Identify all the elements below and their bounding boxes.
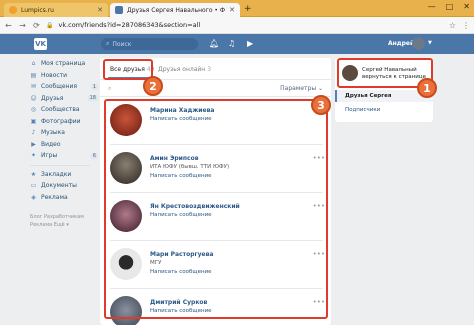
sidebar-item-label: Моя страница — [41, 60, 86, 68]
back-arrow-icon[interactable]: ← — [4, 21, 13, 30]
minimize-button[interactable]: — — [428, 2, 436, 11]
address-bar-row: ← → ⟳ 🔒 vk.com/friends?id=287086343&sect… — [0, 17, 474, 34]
highlight-box-2 — [103, 59, 153, 80]
search-icon: ⌕ — [108, 84, 112, 92]
sidebar-item-label: Документы — [41, 182, 77, 190]
sidebar-item-news[interactable]: ▤ Новости — [30, 70, 100, 82]
tab-close-icon[interactable]: ✕ — [229, 6, 235, 14]
document-icon: ▭ — [30, 182, 37, 190]
url-field[interactable]: vk.com/friends?id=287086343&section=all — [58, 21, 443, 29]
vk-logo-icon[interactable]: VK — [34, 38, 47, 50]
sidebar-item-label: Сообщения — [41, 83, 78, 91]
tab-count: 3 — [207, 66, 212, 73]
step-number-2: 2 — [143, 76, 163, 96]
friends-badge: 18 — [87, 95, 98, 102]
sidebar-item-documents[interactable]: ▭ Документы — [30, 180, 100, 192]
chevron-down-icon[interactable]: ▼ — [428, 40, 432, 46]
maximize-button[interactable]: □ — [446, 2, 454, 11]
play-icon[interactable]: ▶ — [247, 39, 253, 48]
video-icon: ▶ — [31, 140, 36, 148]
games-badge: 6 — [90, 152, 98, 159]
sidebar-item-my-page[interactable]: ⌂ Моя страница — [30, 58, 100, 70]
bell-icon[interactable]: 🔔︎ — [209, 39, 219, 48]
vk-header: VK ⌕ Поиск 🔔︎ ♫ ▶ Андрей ▼ — [0, 34, 474, 54]
step-number-1: 1 — [417, 78, 437, 98]
menu-divider — [30, 164, 90, 166]
forward-arrow-icon[interactable]: → — [18, 21, 27, 30]
sidebar-item-label: Новости — [41, 71, 68, 79]
sidebar-item-label: Музыка — [41, 129, 65, 137]
lumpics-favicon-icon — [9, 6, 17, 14]
highlight-box-3 — [104, 99, 328, 319]
browser-tab-label: Друзья Сергея Навального • Ф — [127, 6, 226, 14]
friends-search-row: ⌕ Параметры ⌄ — [100, 81, 331, 97]
friends-icon: ☺ — [30, 94, 37, 102]
sidebar-item-video[interactable]: ▶ Видео — [30, 139, 100, 151]
footer-links-1[interactable]: Блог Разработчикам — [30, 213, 100, 221]
sidebar-item-messages[interactable]: ✉ Сообщения 1 — [30, 81, 100, 93]
browser-actions: ☆ ⋮ — [449, 21, 470, 30]
avatar[interactable] — [412, 37, 425, 50]
left-menu: ⌂ Моя страница ▤ Новости ✉ Сообщения 1 ☺… — [30, 58, 100, 229]
tab-close-icon[interactable]: ✕ — [97, 6, 103, 14]
music-note-icon[interactable]: ♫ — [228, 39, 235, 48]
music-icon: ♪ — [31, 129, 36, 137]
new-tab-button[interactable]: + — [244, 4, 252, 14]
browser-tab-bar: Lumpics.ru ✕ Друзья Сергея Навального • … — [0, 0, 474, 17]
news-icon: ▤ — [30, 71, 37, 79]
photo-icon: ▣ — [30, 117, 37, 125]
lock-icon[interactable]: 🔒 — [46, 22, 53, 29]
home-icon: ⌂ — [31, 60, 36, 68]
search-placeholder: Поиск — [112, 40, 132, 48]
sidebar-item-friends[interactable]: ☺ Друзья 18 — [30, 93, 100, 105]
sidebar-item-label: Друзья — [41, 94, 64, 102]
sidebar-item-groups[interactable]: ◎ Сообщества — [30, 104, 100, 116]
footer-links-2[interactable]: Реклама Ещё ▾ — [30, 221, 100, 229]
groups-icon: ◎ — [30, 106, 37, 114]
friends-search-input[interactable] — [115, 85, 281, 92]
bookmark-icon: ★ — [30, 170, 37, 178]
sidebar-item-label: Закладки — [41, 170, 72, 178]
step-number-3: 3 — [311, 95, 331, 115]
vk-favicon-icon — [115, 6, 123, 14]
games-icon: ✦ — [30, 152, 37, 160]
sidebar-item-label: Реклама — [41, 193, 68, 201]
messages-badge: 1 — [90, 83, 98, 90]
sidebar-item-label: Видео — [41, 140, 61, 148]
browser-tab-vk[interactable]: Друзья Сергея Навального • Ф ✕ — [110, 3, 240, 17]
vk-username[interactable]: Андрей — [388, 40, 414, 47]
sidebar-item-label: Игры — [41, 152, 58, 160]
sidebar-item-bookmarks[interactable]: ★ Закладки — [30, 169, 100, 181]
message-icon: ✉ — [30, 83, 37, 91]
sidebar-item-photos[interactable]: ▣ Фотографии — [30, 116, 100, 128]
browser-tab-label: Lumpics.ru — [21, 6, 54, 14]
sidebar-item-label: Сообщества — [41, 106, 80, 114]
reload-icon[interactable]: ⟳ — [32, 21, 41, 30]
sidebar-item-ads[interactable]: ◈ Реклама — [30, 192, 100, 204]
sidebar-item-label: Фотографии — [41, 117, 81, 125]
menu-footer: Блог Разработчикам Реклама Ещё ▾ — [30, 213, 100, 229]
sidebar-item-music[interactable]: ♪ Музыка — [30, 127, 100, 139]
ads-icon: ◈ — [31, 193, 36, 201]
tab-label: Друзья онлайн — [158, 66, 206, 73]
vk-search-input[interactable]: ⌕ Поиск — [101, 38, 198, 50]
parameters-button[interactable]: Параметры ⌄ — [280, 85, 323, 92]
star-icon[interactable]: ☆ — [449, 21, 456, 30]
sidebar-item-games[interactable]: ✦ Игры 6 — [30, 150, 100, 162]
browser-tab-lumpics[interactable]: Lumpics.ru ✕ — [4, 3, 108, 17]
menu-dots-icon[interactable]: ⋮ — [462, 21, 470, 30]
window-controls: — □ ✕ — [428, 2, 470, 11]
nav-followers[interactable]: Подписчики — [335, 104, 433, 116]
tab-friends-online[interactable]: Друзья онлайн 3 — [158, 66, 211, 73]
search-icon: ⌕ — [106, 40, 110, 47]
close-window-button[interactable]: ✕ — [463, 2, 470, 11]
